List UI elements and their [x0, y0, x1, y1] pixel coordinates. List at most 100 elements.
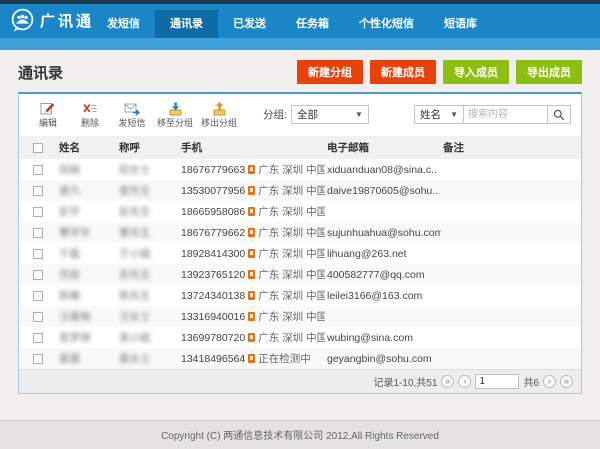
row-checkbox[interactable] — [33, 249, 43, 259]
contact-carrier: 广东 深圳 中国联通 — [258, 162, 325, 177]
page-footer: Copyright (C) 两通信息技术有限公司 2012,All Rights… — [0, 420, 600, 449]
send-sms-icon — [124, 100, 141, 116]
contact-phone: 13724340138 — [181, 290, 245, 302]
nav-tab[interactable]: 已发送 — [218, 10, 281, 38]
nav-tab[interactable]: 任务箱 — [281, 10, 344, 38]
nav-tab[interactable]: 通讯录 — [155, 10, 218, 38]
contact-carrier: 广东 深圳 中国电信 — [258, 246, 325, 261]
row-checkbox[interactable] — [33, 228, 43, 238]
row-checkbox[interactable] — [33, 270, 43, 280]
nav-tab[interactable]: 个性化短信 — [344, 10, 429, 38]
tool-label: 移至分组 — [157, 116, 193, 129]
contact-salutation: 苏先生 — [119, 269, 151, 281]
chevron-down-icon: ▼ — [450, 110, 458, 119]
select-all-checkbox[interactable] — [33, 143, 43, 153]
action-button[interactable]: 新建分组 — [297, 60, 363, 84]
contact-name: 于磊 — [59, 248, 80, 260]
carrier-badge-icon — [248, 354, 255, 363]
contact-email: geyangbin@sohu.com — [327, 353, 432, 365]
contact-name: 苏俊 — [59, 269, 80, 281]
carrier-badge-icon — [248, 291, 255, 300]
contact-email: xiduanduan08@sina.c.. — [327, 164, 437, 176]
contact-carrier: 广东 深圳 中国联通 — [258, 225, 325, 240]
contact-carrier: 广东 深圳 中国联通 — [258, 204, 325, 219]
contact-phone: 18676779663 — [181, 164, 245, 176]
tool-label: 发短信 — [118, 116, 145, 129]
row-checkbox[interactable] — [33, 165, 43, 175]
row-checkbox[interactable] — [33, 207, 43, 217]
delete-icon — [82, 100, 98, 116]
app-header: 广讯通 发短信 通讯录 已发送 任务箱 个性化短信 短语库 — [0, 4, 600, 38]
contact-name: 吴梦琪 — [59, 332, 91, 344]
contact-phone: 13316940016 — [181, 311, 245, 323]
page-number-input[interactable] — [475, 374, 519, 389]
send-sms-button[interactable]: 发短信 — [115, 100, 149, 129]
move-out-of-group-icon — [211, 100, 228, 116]
contact-salutation: 吴小姐 — [119, 332, 151, 344]
row-checkbox[interactable] — [33, 333, 43, 343]
action-button[interactable]: 导出成员 — [516, 60, 582, 84]
group-filter-select[interactable]: 全部 ▼ — [291, 105, 369, 124]
logo-bubble-icon — [10, 8, 35, 33]
contact-email: daive19870605@sohu.. — [327, 185, 438, 197]
group-filter-value: 全部 — [297, 107, 318, 122]
table-row: 于磊 于小姐 18928414300 广东 深圳 中国电信 lihuang@26… — [19, 243, 581, 264]
total-pages-label: 共6 — [523, 374, 539, 389]
move-out-of-group-button[interactable]: 移出分组 — [201, 100, 237, 129]
main-nav: 发短信 通讯录 已发送 任务箱 个性化短信 短语库 — [92, 10, 492, 38]
row-checkbox[interactable] — [33, 291, 43, 301]
row-checkbox[interactable] — [33, 312, 43, 322]
contacts-panel: 编辑 删除 发短信 — [18, 92, 582, 394]
record-summary: 记录1-10,共51 — [374, 374, 438, 389]
prev-page-button[interactable]: ‹ — [458, 375, 471, 388]
action-button[interactable]: 导入成员 — [443, 60, 509, 84]
contact-phone: 13923765120 — [181, 269, 245, 281]
header-sub-strip — [0, 38, 600, 50]
col-header-remark: 备注 — [441, 136, 581, 159]
col-header-email: 电子邮箱 — [325, 136, 441, 159]
search-button[interactable] — [548, 105, 571, 124]
table-row: 曾凡 曾先生 13530077956 广东 深圳 中国移动 daive19870… — [19, 180, 581, 201]
contact-carrier: 广东 深圳 中国移动 — [258, 183, 325, 198]
search-field-select[interactable]: 姓名 ▼ — [414, 105, 464, 124]
last-page-button[interactable]: » — [560, 375, 573, 388]
toolbar: 编辑 删除 发短信 — [19, 94, 581, 132]
contact-carrier: 正在检测中 — [258, 351, 311, 366]
first-page-button[interactable]: « — [441, 375, 454, 388]
table-header-row: 姓名 称呼 手机 电子邮箱 备注 — [19, 136, 581, 159]
nav-tab[interactable]: 短语库 — [429, 10, 492, 38]
table-row: 覃学华 覃先生 18676779662 广东 深圳 中国联通 sujunhuah… — [19, 222, 581, 243]
nav-tab[interactable]: 发短信 — [92, 10, 155, 38]
row-checkbox[interactable] — [33, 354, 43, 364]
contact-carrier: 广东 深圳 中国移动 — [258, 330, 325, 345]
next-page-button[interactable]: › — [543, 375, 556, 388]
action-button[interactable]: 新建成员 — [370, 60, 436, 84]
delete-button[interactable]: 删除 — [73, 100, 107, 129]
contact-name: 葛蕾 — [59, 353, 80, 365]
contact-salutation: 覃先生 — [119, 227, 151, 239]
contact-name: 彭宇 — [59, 206, 80, 218]
col-header-salutation: 称呼 — [117, 136, 179, 159]
search-input[interactable] — [464, 105, 548, 124]
carrier-badge-icon — [248, 249, 255, 258]
tool-label: 删除 — [81, 116, 99, 129]
contact-email: lihuang@263.net — [327, 248, 407, 260]
row-checkbox[interactable] — [33, 186, 43, 196]
table-row: 彭宇 彭先生 18665958086 广东 深圳 中国联通 — [19, 201, 581, 222]
page-actions: 新建分组 新建成员 导入成员 导出成员 — [297, 60, 582, 84]
table-row: 吴梦琪 吴小姐 13699780720 广东 深圳 中国移动 wubing@si… — [19, 327, 581, 348]
edit-icon — [40, 100, 56, 116]
move-to-group-button[interactable]: 移至分组 — [157, 100, 193, 129]
table-row: 葛蕾 葛女士 13418496564 正在检测中 geyangbin@sohu.… — [19, 348, 581, 369]
contact-salutation: 彭先生 — [119, 206, 151, 218]
search-field-value: 姓名 — [420, 107, 441, 122]
table-row: 汪春梅 汪女士 13316940016 广东 深圳 中国电信 — [19, 306, 581, 327]
edit-button[interactable]: 编辑 — [31, 100, 65, 129]
contact-name: 陈曦 — [59, 290, 80, 302]
contact-carrier: 广东 深圳 中国电信 — [258, 309, 325, 324]
carrier-badge-icon — [248, 165, 255, 174]
contact-email: sujunhuahua@sohu.com — [327, 227, 441, 239]
contact-salutation: 曾先生 — [119, 185, 151, 197]
contact-carrier: 广东 深圳 中国移动 — [258, 267, 325, 282]
col-header-name: 姓名 — [57, 136, 117, 159]
